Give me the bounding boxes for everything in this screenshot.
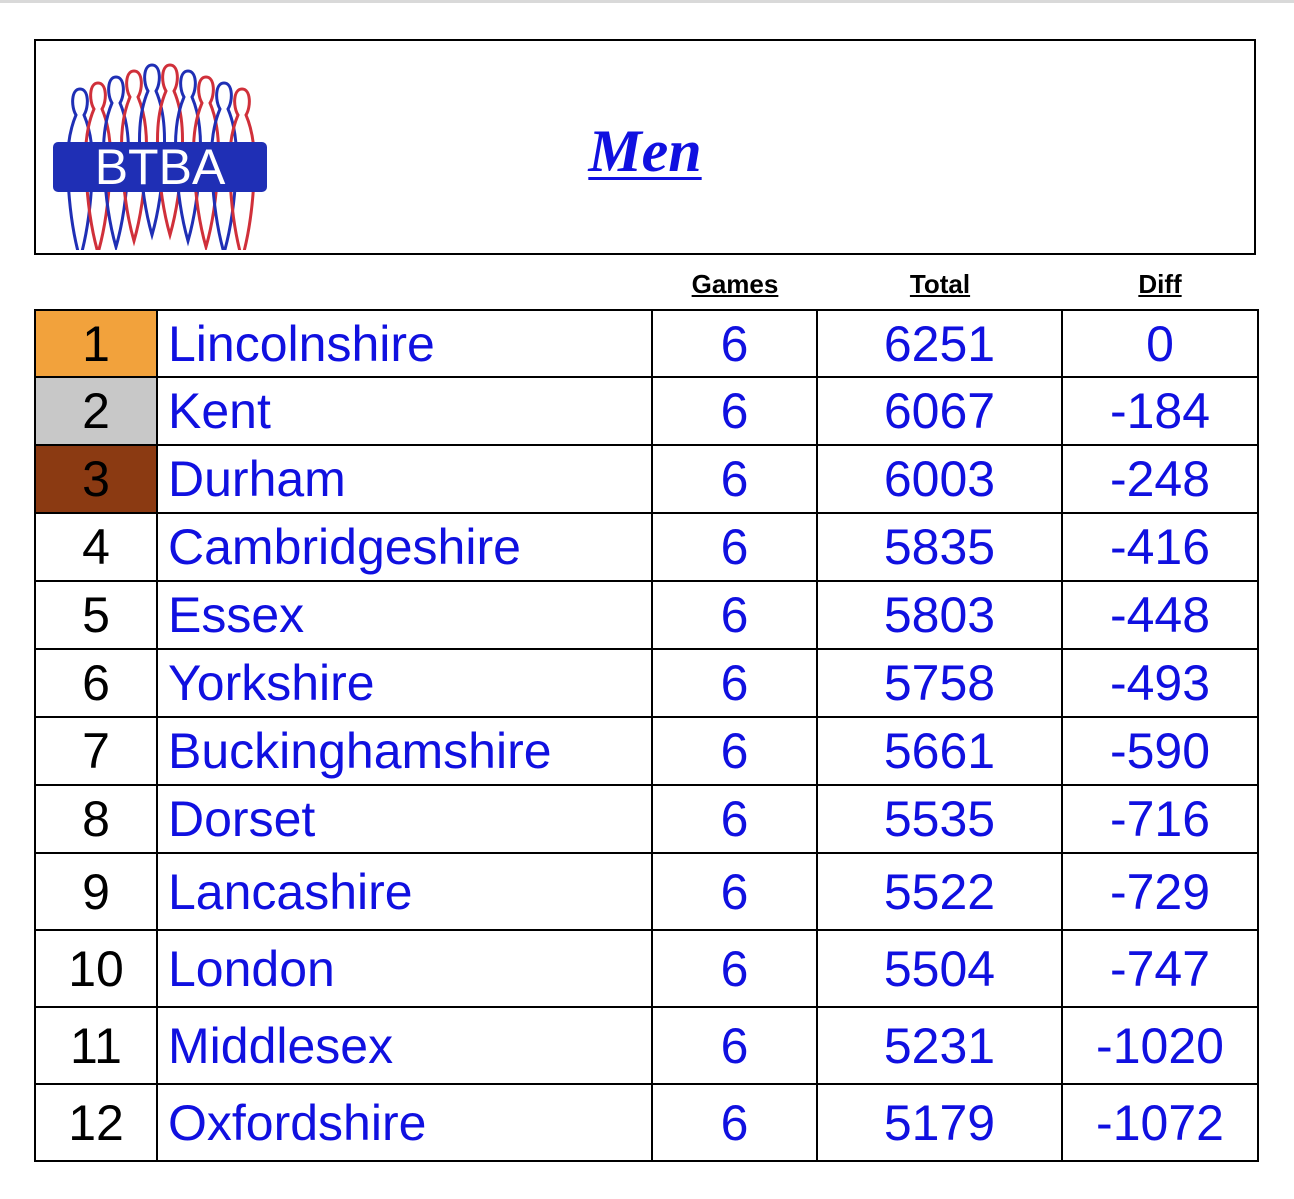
total-cell: 5661 bbox=[816, 716, 1063, 786]
table-row: 6 Yorkshire 6 5758 -493 bbox=[34, 648, 1259, 718]
page-title-link[interactable]: Men bbox=[540, 115, 750, 187]
county-link[interactable]: Essex bbox=[156, 580, 653, 650]
games-cell: 6 bbox=[651, 716, 818, 786]
total-cell: 5231 bbox=[816, 1006, 1063, 1085]
games-cell: 6 bbox=[651, 580, 818, 650]
total-cell: 5504 bbox=[816, 929, 1063, 1008]
standings-table: 1 Lincolnshire 6 6251 0 2 Kent 6 6067 -184 3 Durham… bbox=[34, 309, 1259, 1162]
table-row: 11 Middlesex 6 5231 -1020 bbox=[34, 1006, 1259, 1085]
games-cell: 6 bbox=[651, 1083, 818, 1162]
top-divider bbox=[0, 0, 1294, 3]
total-cell: 5179 bbox=[816, 1083, 1063, 1162]
logo-text: BTBA bbox=[95, 139, 226, 195]
position-cell: 10 bbox=[34, 929, 158, 1008]
county-link[interactable]: Cambridgeshire bbox=[156, 512, 653, 582]
county-link[interactable]: Durham bbox=[156, 444, 653, 514]
total-cell: 6003 bbox=[816, 444, 1063, 514]
diff-cell: -590 bbox=[1061, 716, 1259, 786]
position-cell: 11 bbox=[34, 1006, 158, 1085]
table-row: 1 Lincolnshire 6 6251 0 bbox=[34, 309, 1259, 378]
column-header-diff: Diff bbox=[1138, 269, 1182, 299]
position-cell: 2 bbox=[34, 376, 158, 446]
table-row: 3 Durham 6 6003 -248 bbox=[34, 444, 1259, 514]
games-cell: 6 bbox=[651, 376, 818, 446]
county-link[interactable]: Middlesex bbox=[156, 1006, 653, 1085]
table-row: 7 Buckinghamshire 6 5661 -590 bbox=[34, 716, 1259, 786]
table-row: 5 Essex 6 5803 -448 bbox=[34, 580, 1259, 650]
position-cell: 12 bbox=[34, 1083, 158, 1162]
total-cell: 5803 bbox=[816, 580, 1063, 650]
county-link[interactable]: Dorset bbox=[156, 784, 653, 854]
county-link[interactable]: Buckinghamshire bbox=[156, 716, 653, 786]
diff-cell: -1020 bbox=[1061, 1006, 1259, 1085]
position-cell: 7 bbox=[34, 716, 158, 786]
diff-cell: -1072 bbox=[1061, 1083, 1259, 1162]
diff-cell: -716 bbox=[1061, 784, 1259, 854]
county-link[interactable]: Oxfordshire bbox=[156, 1083, 653, 1162]
diff-cell: -184 bbox=[1061, 376, 1259, 446]
position-cell: 9 bbox=[34, 852, 158, 931]
column-header-games: Games bbox=[691, 269, 779, 299]
games-cell: 6 bbox=[651, 648, 818, 718]
diff-cell: -448 bbox=[1061, 580, 1259, 650]
total-cell: 5535 bbox=[816, 784, 1063, 854]
table-row: 2 Kent 6 6067 -184 bbox=[34, 376, 1259, 446]
games-cell: 6 bbox=[651, 309, 818, 378]
county-link[interactable]: Lincolnshire bbox=[156, 309, 653, 378]
total-cell: 5758 bbox=[816, 648, 1063, 718]
diff-cell: -493 bbox=[1061, 648, 1259, 718]
table-row: 9 Lancashire 6 5522 -729 bbox=[34, 852, 1259, 931]
diff-cell: -729 bbox=[1061, 852, 1259, 931]
position-cell: 1 bbox=[34, 309, 158, 378]
table-row: 8 Dorset 6 5535 -716 bbox=[34, 784, 1259, 854]
games-cell: 6 bbox=[651, 929, 818, 1008]
position-cell: 4 bbox=[34, 512, 158, 582]
table-row: 12 Oxfordshire 6 5179 -1072 bbox=[34, 1083, 1259, 1162]
games-cell: 6 bbox=[651, 1006, 818, 1085]
position-cell: 3 bbox=[34, 444, 158, 514]
position-cell: 8 bbox=[34, 784, 158, 854]
total-cell: 6251 bbox=[816, 309, 1063, 378]
diff-cell: -747 bbox=[1061, 929, 1259, 1008]
table-row: 4 Cambridgeshire 6 5835 -416 bbox=[34, 512, 1259, 582]
position-cell: 5 bbox=[34, 580, 158, 650]
btba-logo: BTBA bbox=[53, 63, 267, 250]
diff-cell: 0 bbox=[1061, 309, 1259, 378]
total-cell: 5835 bbox=[816, 512, 1063, 582]
county-link[interactable]: Kent bbox=[156, 376, 653, 446]
diff-cell: -248 bbox=[1061, 444, 1259, 514]
table-row: 10 London 6 5504 -747 bbox=[34, 929, 1259, 1008]
games-cell: 6 bbox=[651, 512, 818, 582]
county-link[interactable]: Yorkshire bbox=[156, 648, 653, 718]
column-header-total: Total bbox=[909, 269, 971, 299]
county-link[interactable]: Lancashire bbox=[156, 852, 653, 931]
diff-cell: -416 bbox=[1061, 512, 1259, 582]
games-cell: 6 bbox=[651, 784, 818, 854]
games-cell: 6 bbox=[651, 852, 818, 931]
position-cell: 6 bbox=[34, 648, 158, 718]
county-link[interactable]: London bbox=[156, 929, 653, 1008]
total-cell: 5522 bbox=[816, 852, 1063, 931]
games-cell: 6 bbox=[651, 444, 818, 514]
total-cell: 6067 bbox=[816, 376, 1063, 446]
